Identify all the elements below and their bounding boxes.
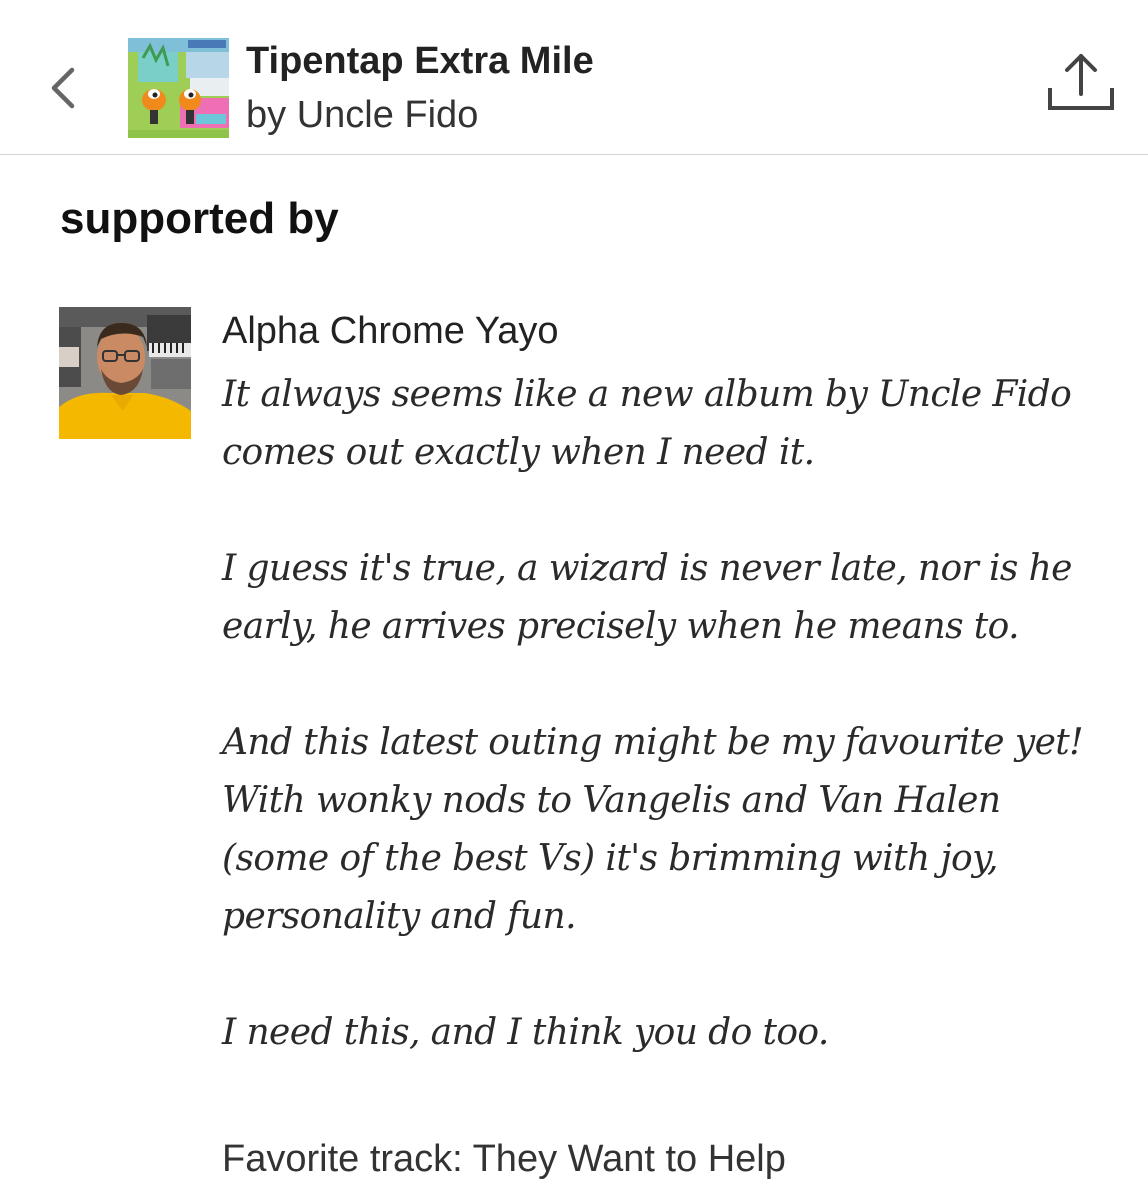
app-header: Tipentap Extra Mile by Uncle Fido bbox=[0, 0, 1148, 155]
review-paragraph: I guess it's true, a wizard is never lat… bbox=[222, 548, 1072, 647]
review-paragraph: I need this, and I think you do too. bbox=[222, 1012, 829, 1053]
share-button[interactable] bbox=[1040, 48, 1120, 118]
review-text: It always seems like a new album by Uncl… bbox=[222, 366, 1102, 1062]
album-title[interactable]: Tipentap Extra Mile bbox=[246, 40, 594, 83]
review-paragraph: And this latest outing might be my favou… bbox=[222, 722, 1084, 937]
avatar[interactable] bbox=[59, 307, 191, 439]
section-heading: supported by bbox=[60, 194, 339, 243]
chevron-left-icon bbox=[51, 67, 75, 109]
share-icon bbox=[1048, 54, 1114, 110]
back-button[interactable] bbox=[40, 58, 90, 118]
review-paragraph: It always seems like a new album by Uncl… bbox=[222, 374, 1072, 473]
album-art[interactable] bbox=[128, 38, 229, 138]
album-artist[interactable]: by Uncle Fido bbox=[246, 94, 478, 137]
supporter-name[interactable]: Alpha Chrome Yayo bbox=[222, 310, 559, 353]
favorite-track: Favorite track: They Want to Help bbox=[222, 1138, 786, 1180]
